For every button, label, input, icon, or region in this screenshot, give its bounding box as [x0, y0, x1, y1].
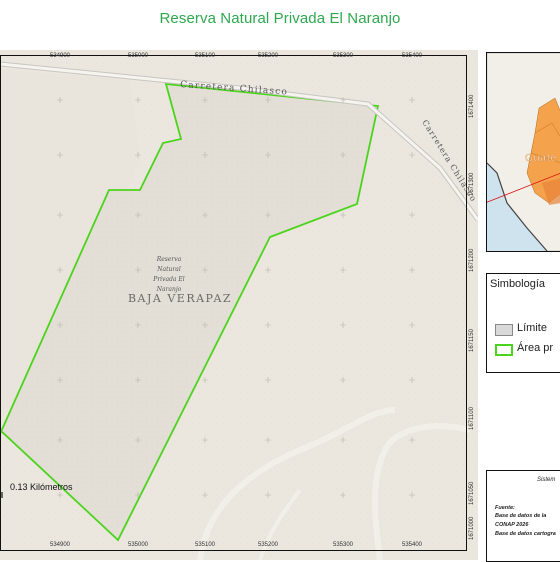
title-bar: Reserva Natural Privada El Naranjo [0, 0, 560, 42]
info-line: Fuente: [495, 505, 515, 511]
legend-swatch-gray [495, 324, 513, 336]
x-tick-label: 535000 [127, 542, 149, 548]
y-tick-label: 1671050 [469, 481, 475, 505]
reserve-label: Reserva Natural Privada El Naranjo [144, 255, 194, 295]
y-tick-label: 1671100 [469, 407, 475, 430]
reserve-label-line: Privada El [153, 276, 185, 283]
x-tick-label: 535200 [257, 542, 279, 548]
x-tick-label: 535400 [401, 542, 423, 548]
legend-item-label: Área pr [517, 342, 554, 354]
x-tick-label: 535200 [257, 53, 279, 59]
x-tick-label: 534900 [49, 542, 71, 548]
scale-label: 0.13 Kilómetros [10, 482, 73, 492]
map-title: Reserva Natural Privada El Naranjo [159, 10, 401, 27]
info-line: Base de datos de la [495, 513, 547, 519]
legend-item-label: Límite [517, 322, 547, 334]
inset-map: Guate [487, 53, 560, 251]
info-system-label: Sistem [537, 477, 556, 483]
y-tick-label: 1671200 [469, 248, 475, 272]
source-info-panel: Sistem Fuente: Base de datos de la CONAP… [486, 470, 560, 562]
info-line: Base de datos cartogra [495, 531, 556, 537]
y-tick-label: 1671000 [469, 516, 475, 540]
x-tick-label: 535100 [194, 53, 216, 59]
y-tick-label: 1671300 [469, 172, 475, 196]
x-tick-label: 535400 [401, 53, 423, 59]
legend-swatch-green [495, 344, 513, 356]
legend-panel: Simbología Límite Área pr [486, 273, 560, 373]
x-tick-label: 535300 [332, 53, 354, 59]
x-tick-label: 535100 [194, 542, 216, 548]
locator-inset[interactable]: Guate [486, 52, 560, 252]
y-tick-label: 1671150 [469, 329, 475, 352]
info-line: CONAP 2026 [495, 522, 529, 528]
reserve-label-line: Naranjo [156, 286, 182, 293]
reserve-label-line: Natural [157, 266, 181, 273]
legend-title: Simbología [490, 278, 546, 290]
inset-country-label: Guate [525, 153, 557, 164]
reserve-label-line: Reserva [156, 256, 182, 263]
x-tick-label: 535300 [332, 542, 354, 548]
y-tick-label: 1671400 [469, 94, 475, 118]
x-tick-label: 534900 [49, 53, 71, 59]
x-tick-label: 535000 [127, 53, 149, 59]
